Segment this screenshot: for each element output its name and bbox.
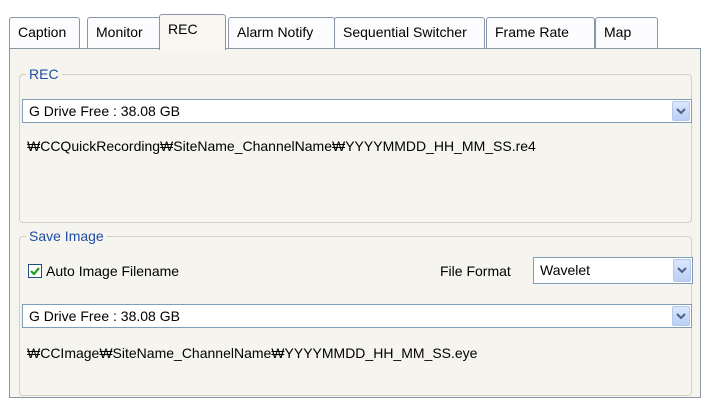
save-image-drive-value: G Drive Free : 38.08 GB [29,308,180,324]
auto-image-filename-checkbox[interactable] [28,264,42,278]
file-format-label: File Format [440,263,511,279]
tab-label: Caption [18,24,67,40]
tab-label: Map [604,24,632,40]
checkmark-icon [30,267,40,276]
tab-label: Alarm Notify [237,24,314,40]
tab-monitor[interactable]: Monitor [87,17,161,48]
rec-path-text: ₩CCQuickRecording₩SiteName_ChannelName₩Y… [27,138,536,154]
chevron-down-icon[interactable] [672,101,690,121]
tab-alarm-notify[interactable]: Alarm Notify [228,17,335,48]
tab-sequential-switcher[interactable]: Sequential Switcher [334,17,485,48]
file-format-select[interactable]: Wavelet [533,257,693,284]
rec-group-title: REC [26,66,62,82]
tab-label: Frame Rate [495,24,569,40]
tab-strip: Caption Monitor REC Alarm Notify Sequent… [9,14,699,50]
tab-label: Monitor [96,24,143,40]
chevron-down-icon[interactable] [673,259,691,282]
tab-panel-rec: REC G Drive Free : 38.08 GB ₩CCQuickReco… [9,48,701,398]
tab-label: REC [168,21,198,37]
tab-map[interactable]: Map [595,17,658,48]
save-image-drive-select[interactable]: G Drive Free : 38.08 GB [22,304,692,328]
save-image-group-title: Save Image [26,228,107,244]
tab-label: Sequential Switcher [343,24,467,40]
rec-group: REC G Drive Free : 38.08 GB ₩CCQuickReco… [19,66,692,223]
save-image-path-text: ₩CCImage₩SiteName_ChannelName₩YYYYMMDD_H… [27,345,478,361]
tab-frame-rate[interactable]: Frame Rate [486,17,595,48]
file-format-value: Wavelet [540,262,591,278]
rec-drive-value: G Drive Free : 38.08 GB [29,103,180,119]
tab-rec[interactable]: REC [159,14,226,50]
auto-image-filename-label: Auto Image Filename [46,263,180,279]
tab-caption[interactable]: Caption [9,17,80,48]
save-image-group: Save Image Auto Image Filename File Form… [19,228,693,396]
rec-drive-select[interactable]: G Drive Free : 38.08 GB [22,99,692,123]
chevron-down-icon[interactable] [672,306,690,326]
